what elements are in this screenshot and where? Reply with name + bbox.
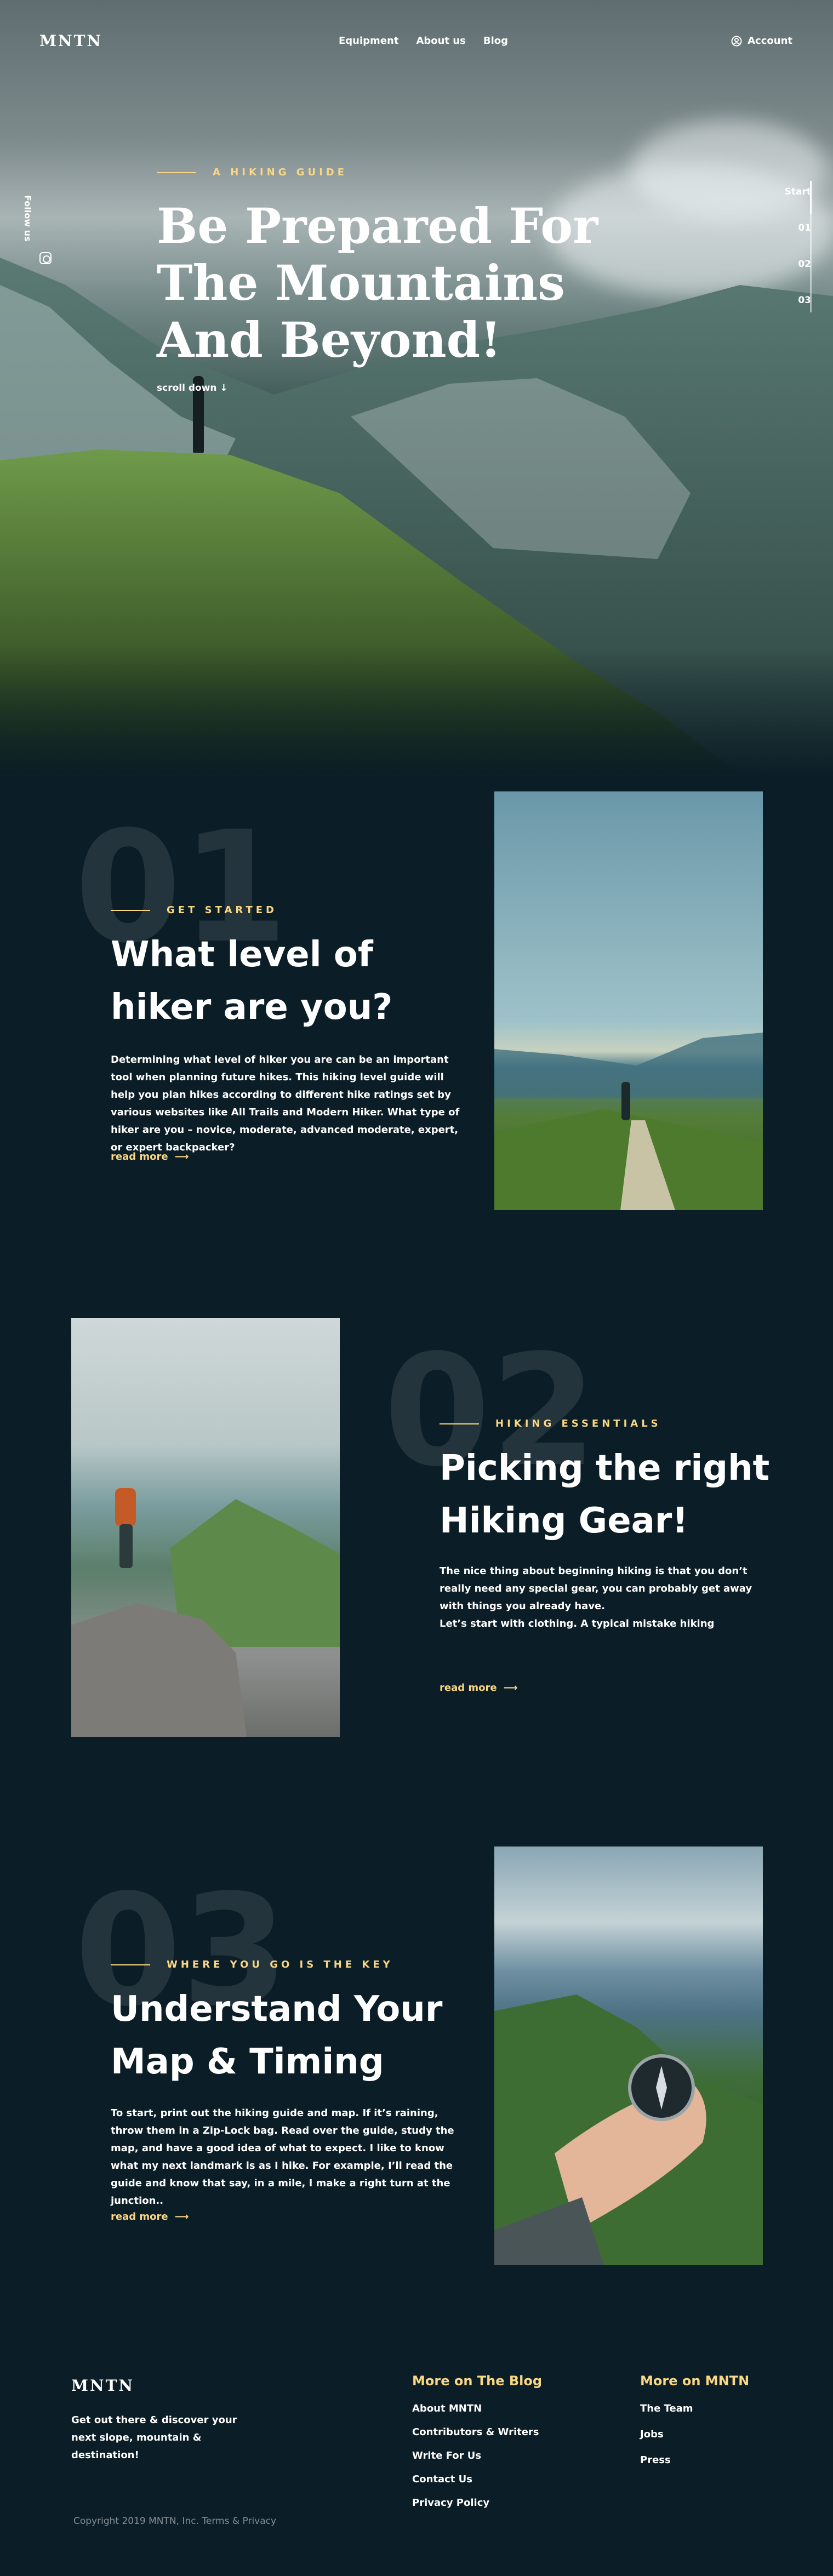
user-icon xyxy=(731,36,742,46)
read-more-link[interactable]: read more ⟶ xyxy=(440,1682,517,1694)
section-body: To start, print out the hiking guide and… xyxy=(111,2107,454,2207)
copyright-text: Copyright 2019 MNTN, Inc. Terms & Privac… xyxy=(73,2516,277,2527)
hero-eyebrow-text: A HIKING GUIDE xyxy=(213,167,348,178)
arrow-right-icon: ⟶ xyxy=(174,1151,189,1162)
cliff-illustration xyxy=(71,1488,340,1737)
footer-link-write[interactable]: Write For Us xyxy=(412,2450,542,2461)
section-get-started: 01 GET STARTED What level of hiker are y… xyxy=(0,789,833,1228)
trail-illustration xyxy=(494,1033,763,1210)
section-body: Determining what level of hiker you are … xyxy=(111,1054,460,1153)
section-title: Picking the right Hiking Gear! xyxy=(440,1448,770,1541)
nav-links: Equipment About us Blog xyxy=(339,35,508,47)
section-eyebrow: WHERE YOU GO IS THE KEY xyxy=(111,1959,393,1970)
section-eyebrow-text: HIKING ESSENTIALS xyxy=(495,1418,661,1429)
section-body: The nice thing about beginning hiking is… xyxy=(440,1565,752,1629)
follow-us-label: Follow us xyxy=(22,195,33,242)
footer-link-privacy[interactable]: Privacy Policy xyxy=(412,2497,542,2509)
arrow-down-icon: ↓ xyxy=(220,383,228,394)
read-more-link[interactable]: read more ⟶ xyxy=(111,1151,189,1162)
eyebrow-line xyxy=(157,172,196,173)
section-map-timing: 03 WHERE YOU GO IS THE KEY Understand Yo… xyxy=(0,1846,833,2286)
section-eyebrow: HIKING ESSENTIALS xyxy=(440,1418,661,1429)
arrow-right-icon: ⟶ xyxy=(174,2211,189,2222)
nav-link-about[interactable]: About us xyxy=(416,35,465,47)
arrow-right-icon: ⟶ xyxy=(503,1682,518,1694)
section-title: What level of hiker are you? xyxy=(111,934,393,1028)
footer-blog-title: More on The Blog xyxy=(412,2373,543,2389)
hiker-cliff-photo xyxy=(71,1318,340,1737)
nav-link-blog[interactable]: Blog xyxy=(483,35,508,47)
section-eyebrow: GET STARTED xyxy=(111,904,277,916)
step-01[interactable]: 01 xyxy=(767,223,811,259)
read-more-link[interactable]: read more ⟶ xyxy=(111,2211,189,2222)
footer-tagline: Get out there & discover your next slope… xyxy=(71,2414,237,2461)
hero-section xyxy=(0,0,833,778)
top-nav: MNTN Equipment About us Blog Account xyxy=(0,32,833,54)
section-hiking-essentials: 02 HIKING ESSENTIALS Picking the right H… xyxy=(0,1318,833,1757)
hero-eyebrow: A HIKING GUIDE xyxy=(157,167,347,178)
section-title: Understand Your Map & Timing xyxy=(111,1989,443,2082)
footer-mntn-column: More on MNTN The Team Jobs Press xyxy=(640,2373,749,2478)
scroll-down-label: scroll down xyxy=(157,383,217,394)
read-more-label: read more xyxy=(111,2211,168,2222)
footer-logo[interactable]: MNTN xyxy=(71,2376,134,2395)
footer-blog-column: More on The Blog About MNTN Contributors… xyxy=(412,2373,542,2521)
footer-link-about[interactable]: About MNTN xyxy=(412,2403,542,2414)
hiker-trail-photo xyxy=(494,791,763,1210)
footer-link-team[interactable]: The Team xyxy=(640,2403,749,2414)
eyebrow-line xyxy=(111,909,150,911)
section-steps: Start 01 02 03 xyxy=(767,186,811,331)
nav-link-equipment[interactable]: Equipment xyxy=(339,35,398,47)
step-start[interactable]: Start xyxy=(767,186,811,223)
footer-link-contributors[interactable]: Contributors & Writers xyxy=(412,2426,542,2438)
scroll-down-link[interactable]: scroll down ↓ xyxy=(157,383,228,394)
compass-photo xyxy=(494,1846,763,2265)
footer-link-press[interactable]: Press xyxy=(640,2454,749,2466)
footer: MNTN Get out there & discover your next … xyxy=(0,2351,833,2576)
eyebrow-line xyxy=(440,1423,479,1424)
read-more-label: read more xyxy=(440,1682,497,1694)
account-button[interactable]: Account xyxy=(731,35,792,47)
read-more-label: read more xyxy=(111,1151,168,1162)
step-03[interactable]: 03 xyxy=(767,295,811,331)
footer-mntn-title: More on MNTN xyxy=(640,2373,750,2389)
compass-illustration xyxy=(494,1994,763,2265)
site-logo[interactable]: MNTN xyxy=(39,32,102,50)
account-label: Account xyxy=(748,35,792,47)
step-02[interactable]: 02 xyxy=(767,259,811,295)
mountain-landscape-image xyxy=(0,258,833,778)
footer-link-contact[interactable]: Contact Us xyxy=(412,2474,542,2485)
hero-title: Be Prepared For The Mountains And Beyond… xyxy=(157,197,598,368)
eyebrow-line xyxy=(111,1964,150,1965)
section-eyebrow-text: WHERE YOU GO IS THE KEY xyxy=(167,1959,393,1970)
section-eyebrow-text: GET STARTED xyxy=(167,904,277,916)
instagram-icon[interactable] xyxy=(39,252,52,264)
footer-link-jobs[interactable]: Jobs xyxy=(640,2429,749,2440)
